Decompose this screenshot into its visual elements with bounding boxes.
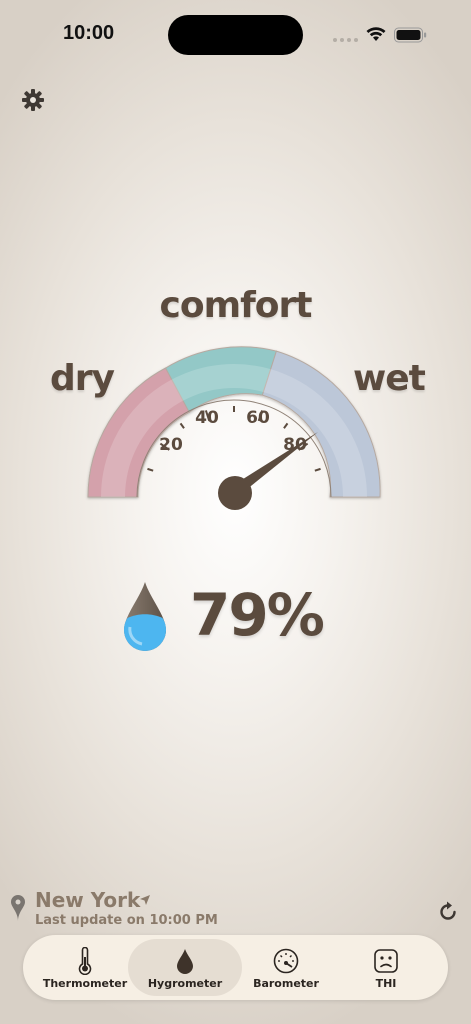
sad-face-icon xyxy=(374,949,398,973)
gauge-tick-mark xyxy=(179,422,185,429)
humidity-reading: 79% xyxy=(120,575,360,660)
tab-hygrometer[interactable]: Hygrometer xyxy=(128,939,242,996)
water-drop-icon xyxy=(124,582,166,651)
settings-gear-icon[interactable] xyxy=(20,87,46,113)
tab-bar: Thermometer Hygrometer Barometer THI xyxy=(23,935,448,1000)
status-time: 10:00 xyxy=(63,22,115,44)
gauge-tick-mark xyxy=(147,467,154,472)
tab-thi[interactable]: THI xyxy=(329,939,443,996)
humidity-value: 79% xyxy=(190,581,325,649)
tab-label: Hygrometer xyxy=(147,977,223,990)
battery-icon xyxy=(394,27,427,43)
gauge-icon xyxy=(273,948,299,974)
gauge-tick-label: 60 xyxy=(246,408,270,428)
cellular-signal-icon xyxy=(333,38,358,42)
water-drop-icon xyxy=(177,949,193,974)
tab-label: Barometer xyxy=(253,977,319,990)
thermometer-icon xyxy=(78,947,92,975)
gauge-tick-mark xyxy=(314,467,321,472)
refresh-icon[interactable] xyxy=(436,900,460,924)
humidity-gauge: 20 40 60 80 xyxy=(87,346,381,510)
last-update-text: Last update on 10:00 PM xyxy=(35,913,218,928)
tab-label: Thermometer xyxy=(42,977,128,990)
city-name[interactable]: New York xyxy=(35,888,140,912)
gauge-tick-label: 40 xyxy=(195,408,219,428)
status-bar: 10:00 xyxy=(0,0,471,66)
gauge-tick-label: 20 xyxy=(159,435,183,455)
gauge-tick-mark xyxy=(283,422,289,429)
tab-thermometer[interactable]: Thermometer xyxy=(28,939,142,996)
location-arrow-icon xyxy=(140,895,150,905)
map-pin-icon xyxy=(11,895,25,921)
tab-barometer[interactable]: Barometer xyxy=(229,939,343,996)
tab-label: THI xyxy=(375,977,397,990)
dynamic-island xyxy=(168,15,303,55)
gauge-needle xyxy=(218,432,318,510)
wifi-icon xyxy=(366,27,386,41)
